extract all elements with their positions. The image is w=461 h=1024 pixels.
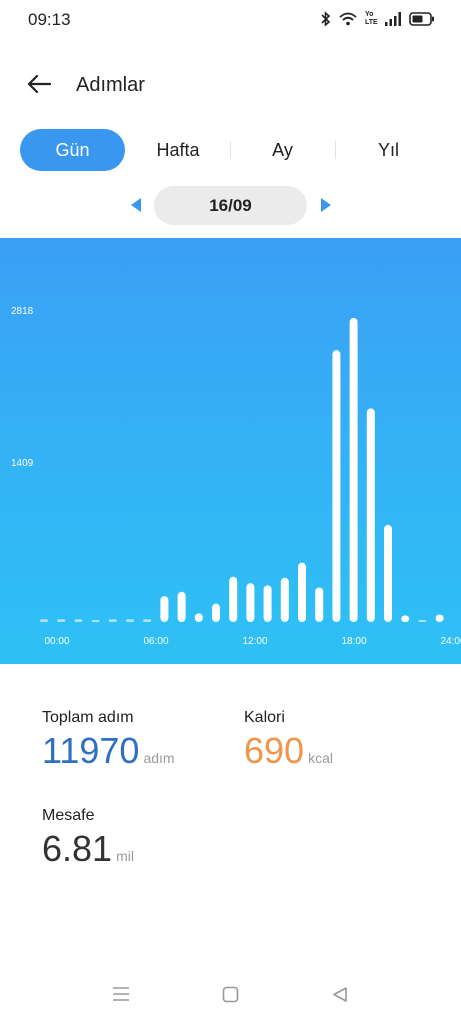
bar-04[interactable] (108, 619, 117, 622)
tab-day[interactable]: Gün (20, 129, 125, 171)
distance-unit: mil (116, 848, 134, 864)
x-tick-label: 12:00 (242, 636, 267, 647)
bar-21[interactable] (401, 615, 410, 622)
date-navigator: 16/09 (0, 186, 461, 226)
x-tick-label: 06:00 (143, 636, 168, 647)
bar-01[interactable] (57, 619, 66, 622)
distance-value: 6.81 (42, 828, 113, 869)
system-navigation-bar (0, 970, 461, 1024)
total-steps-stat: Toplam adım 11970 adım (42, 709, 175, 771)
steps-chart: 1409 2818 00:00 06:00 12:00 18:00 24:00 (0, 238, 461, 664)
bar-18[interactable] (349, 318, 358, 622)
bluetooth-icon (321, 11, 331, 27)
calories-label: Kalori (244, 709, 285, 726)
distance-stat: Mesafe 6.81 mil (42, 807, 134, 869)
bar-17[interactable] (332, 350, 341, 622)
status-bar: 09:13 Yo LTE (0, 0, 461, 40)
home-square-icon (222, 986, 239, 1003)
tab-year[interactable]: Yıl (336, 129, 441, 171)
tab-month[interactable]: Ay (231, 129, 334, 171)
header: Adımlar (0, 60, 461, 110)
distance-label: Mesafe (42, 807, 95, 824)
back-button[interactable] (26, 72, 54, 96)
system-back-button[interactable] (332, 986, 348, 1008)
calories-stat: Kalori 690 kcal (244, 709, 333, 771)
menu-lines-icon (113, 987, 129, 1001)
bar-20[interactable] (384, 524, 392, 622)
back-arrow-icon (27, 74, 52, 94)
calories-unit: kcal (308, 750, 333, 766)
total-steps-unit: adım (143, 750, 175, 766)
x-tick-label: 24:00 (440, 636, 461, 647)
bar-13[interactable] (263, 585, 272, 622)
bar-06[interactable] (143, 619, 152, 622)
next-date-icon[interactable] (321, 198, 331, 212)
bar-02[interactable] (74, 619, 83, 622)
bar-00[interactable] (40, 619, 48, 622)
wifi-icon (339, 12, 357, 26)
current-date[interactable]: 16/09 (154, 186, 307, 225)
bar-07[interactable] (160, 596, 169, 622)
bar-23[interactable] (435, 614, 444, 622)
y-tick-label: 1409 (11, 458, 34, 469)
bar-16[interactable] (315, 587, 324, 622)
total-steps-value: 11970 (42, 730, 140, 771)
x-tick-label: 00:00 (44, 636, 69, 647)
signal-icon (385, 12, 401, 26)
page-title: Adımlar (76, 74, 145, 96)
total-steps-label: Toplam adım (42, 709, 134, 726)
tab-week[interactable]: Hafta (127, 129, 229, 171)
status-icons: Yo LTE (321, 11, 435, 27)
bar-03[interactable] (91, 620, 100, 622)
volte-icon: Yo LTE (365, 11, 378, 26)
bar-14[interactable] (280, 577, 289, 622)
x-tick-label: 18:00 (341, 636, 366, 647)
bar-08[interactable] (177, 591, 186, 622)
y-tick-label: 2818 (11, 306, 34, 317)
menu-button[interactable] (112, 986, 130, 1007)
bar-05[interactable] (126, 619, 134, 622)
period-tabs: Gün Hafta Ay Yıl (20, 129, 441, 171)
calories-value: 690 (244, 730, 305, 771)
status-time: 09:13 (28, 10, 71, 29)
bar-22[interactable] (418, 620, 427, 622)
bar-11[interactable] (229, 576, 238, 622)
battery-icon (409, 12, 434, 26)
back-triangle-icon (333, 987, 347, 1002)
bar-15[interactable] (298, 562, 306, 622)
bar-12[interactable] (246, 583, 255, 622)
bar-09[interactable] (194, 613, 203, 622)
previous-date-icon[interactable] (131, 198, 141, 212)
bar-19[interactable] (366, 408, 375, 622)
bar-10[interactable] (212, 603, 220, 622)
steps-chart-svg: 1409 2818 00:00 06:00 12:00 18:00 24:00 (11, 306, 461, 647)
home-button[interactable] (222, 986, 239, 1008)
